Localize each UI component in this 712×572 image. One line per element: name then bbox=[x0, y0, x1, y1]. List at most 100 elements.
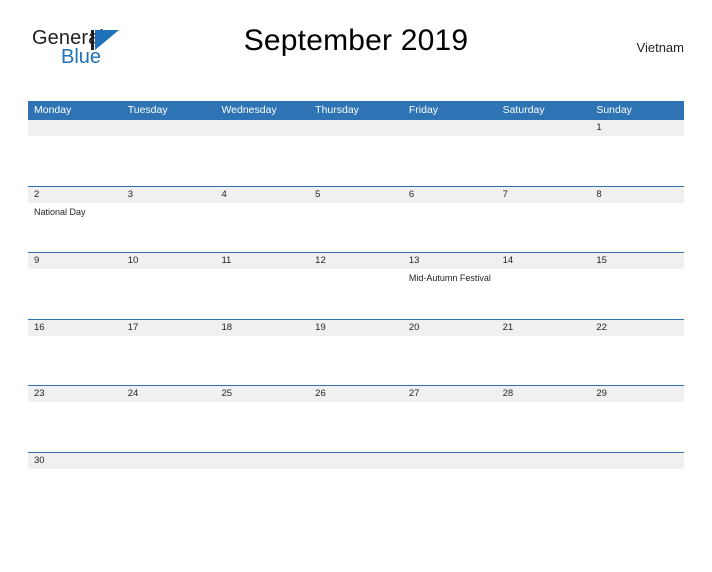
calendar-day-events bbox=[309, 136, 403, 139]
calendar-day-inner: 16 bbox=[28, 320, 122, 386]
calendar-day-events bbox=[215, 136, 309, 139]
calendar-day-cell[interactable]: 23 bbox=[28, 386, 122, 452]
calendar-day-events bbox=[122, 402, 216, 405]
calendar-day-inner: 14 bbox=[497, 253, 591, 319]
calendar-day-number: 2 bbox=[34, 188, 40, 200]
calendar-day-events bbox=[215, 402, 309, 405]
calendar-day-cell[interactable]: 17 bbox=[122, 320, 216, 386]
calendar-day-events bbox=[497, 203, 591, 206]
calendar-day-cell[interactable]: 6 bbox=[403, 187, 497, 253]
calendar-day-cell[interactable]: 26 bbox=[309, 386, 403, 452]
calendar-week-row: 1 bbox=[28, 119, 684, 186]
calendar-day-inner: 30 bbox=[28, 453, 122, 519]
calendar-day-inner: 26 bbox=[309, 386, 403, 452]
calendar-day-events bbox=[590, 402, 684, 405]
calendar-day-cell[interactable]: 15 bbox=[590, 253, 684, 319]
calendar-day-number: 15 bbox=[596, 255, 607, 266]
calendar-day-cell[interactable]: 18 bbox=[215, 320, 309, 386]
calendar-day-cell[interactable]: 2 National Day bbox=[28, 187, 122, 253]
calendar-day-cell[interactable]: 20 bbox=[403, 320, 497, 386]
calendar-day-inner bbox=[309, 453, 403, 519]
calendar-day-number: 11 bbox=[221, 255, 232, 266]
calendar-week-row: 2 National Day 3 4 5 6 7 8 bbox=[28, 185, 684, 253]
calendar-day-events bbox=[122, 469, 216, 472]
calendar-day-number: 21 bbox=[502, 321, 514, 333]
calendar-day-inner bbox=[309, 120, 403, 186]
calendar-day-number: 16 bbox=[34, 321, 45, 333]
calendar-day-inner bbox=[403, 120, 497, 186]
calendar-day-number: 28 bbox=[502, 388, 514, 399]
calendar-day-number: 3 bbox=[127, 188, 134, 200]
calendar-day-number: 13 bbox=[408, 255, 420, 266]
calendar-day-number: 24 bbox=[127, 388, 139, 399]
calendar-day-cell[interactable]: 10 bbox=[122, 253, 216, 319]
calendar-day-inner: 18 bbox=[215, 320, 309, 386]
calendar-day-cell[interactable]: 16 bbox=[28, 320, 122, 386]
calendar-day-cell[interactable]: 21 bbox=[497, 320, 591, 386]
calendar-week-row: 9 10 11 12 13 Mid-Autumn Festival 14 15 bbox=[28, 252, 684, 319]
calendar-grid: Monday Tuesday Wednesday Thursday Friday… bbox=[28, 101, 684, 518]
calendar-day-inner bbox=[215, 453, 309, 519]
calendar-day-cell[interactable]: 22 bbox=[590, 320, 684, 386]
calendar-day-number: 26 bbox=[315, 388, 326, 399]
calendar-week-days: 1 bbox=[28, 120, 684, 186]
calendar-day-inner bbox=[122, 120, 216, 186]
calendar-day-cell[interactable]: 30 bbox=[28, 453, 122, 519]
calendar-day-events bbox=[309, 203, 403, 206]
calendar-day-cell[interactable]: 28 bbox=[497, 386, 591, 452]
calendar-day-inner: 29 bbox=[590, 386, 684, 452]
calendar-day-events bbox=[403, 336, 497, 339]
calendar-day-cell[interactable]: 12 bbox=[309, 253, 403, 319]
calendar-day-cell[interactable]: 11 bbox=[215, 253, 309, 319]
calendar-week-days: 9 10 11 12 13 Mid-Autumn Festival 14 15 bbox=[28, 253, 684, 319]
calendar-day-number: 6 bbox=[408, 188, 415, 200]
calendar-day-inner: 6 bbox=[403, 187, 497, 253]
calendar-day-cell-empty bbox=[497, 120, 591, 186]
calendar-day-inner: 2 National Day bbox=[28, 187, 122, 253]
calendar-day-cell[interactable]: 4 bbox=[215, 187, 309, 253]
calendar-day-cell[interactable]: 1 bbox=[590, 120, 684, 186]
calendar-day-events bbox=[590, 136, 684, 139]
calendar-week-days: 2 National Day 3 4 5 6 7 8 bbox=[28, 187, 684, 253]
calendar-day-cell[interactable]: 7 bbox=[497, 187, 591, 253]
calendar-day-cell[interactable]: 3 bbox=[122, 187, 216, 253]
calendar-day-cell-empty bbox=[215, 120, 309, 186]
calendar-holiday-event: National Day bbox=[34, 206, 86, 217]
calendar-day-cell[interactable]: 14 bbox=[497, 253, 591, 319]
calendar-week-row: 16 17 18 19 20 21 22 bbox=[28, 318, 684, 386]
calendar-day-cell[interactable]: 25 bbox=[215, 386, 309, 452]
calendar-day-inner: 15 bbox=[590, 253, 684, 319]
calendar-day-events bbox=[497, 336, 591, 339]
calendar-day-number: 17 bbox=[127, 321, 139, 333]
calendar-day-cell[interactable]: 5 bbox=[309, 187, 403, 253]
calendar-day-number: 7 bbox=[502, 188, 508, 200]
calendar-day-cell[interactable]: 9 bbox=[28, 253, 122, 319]
calendar-day-number: 8 bbox=[596, 188, 602, 200]
calendar-day-cell[interactable]: 24 bbox=[122, 386, 216, 452]
calendar-day-inner: 17 bbox=[122, 320, 216, 386]
calendar-day-inner bbox=[122, 453, 216, 519]
calendar-day-inner: 1 bbox=[590, 120, 684, 186]
calendar-day-cell-empty bbox=[309, 120, 403, 186]
calendar-day-events: Mid-Autumn Festival bbox=[403, 269, 497, 285]
calendar-day-number: 4 bbox=[221, 188, 227, 200]
calendar-day-cell[interactable]: 27 bbox=[403, 386, 497, 452]
calendar-day-number: 19 bbox=[315, 321, 326, 333]
calendar-day-events bbox=[403, 402, 497, 405]
calendar-day-cell[interactable]: 29 bbox=[590, 386, 684, 452]
calendar-week-row: 30 bbox=[28, 451, 684, 519]
calendar-day-inner: 10 bbox=[122, 253, 216, 319]
calendar-day-inner: 24 bbox=[122, 386, 216, 452]
calendar-day-cell[interactable]: 8 bbox=[590, 187, 684, 253]
calendar-day-inner: 23 bbox=[28, 386, 122, 452]
calendar-day-inner: 20 bbox=[403, 320, 497, 386]
calendar-day-number: 25 bbox=[221, 388, 233, 399]
calendar-day-number: 12 bbox=[315, 255, 326, 266]
calendar-day-cell[interactable]: 13 Mid-Autumn Festival bbox=[403, 253, 497, 319]
calendar-day-events bbox=[497, 136, 591, 139]
calendar-day-cell[interactable]: 19 bbox=[309, 320, 403, 386]
calendar-day-events bbox=[215, 269, 309, 272]
calendar-day-number: 18 bbox=[221, 321, 233, 333]
calendar-day-cell-empty bbox=[403, 120, 497, 186]
calendar-day-number: 1 bbox=[596, 122, 602, 133]
